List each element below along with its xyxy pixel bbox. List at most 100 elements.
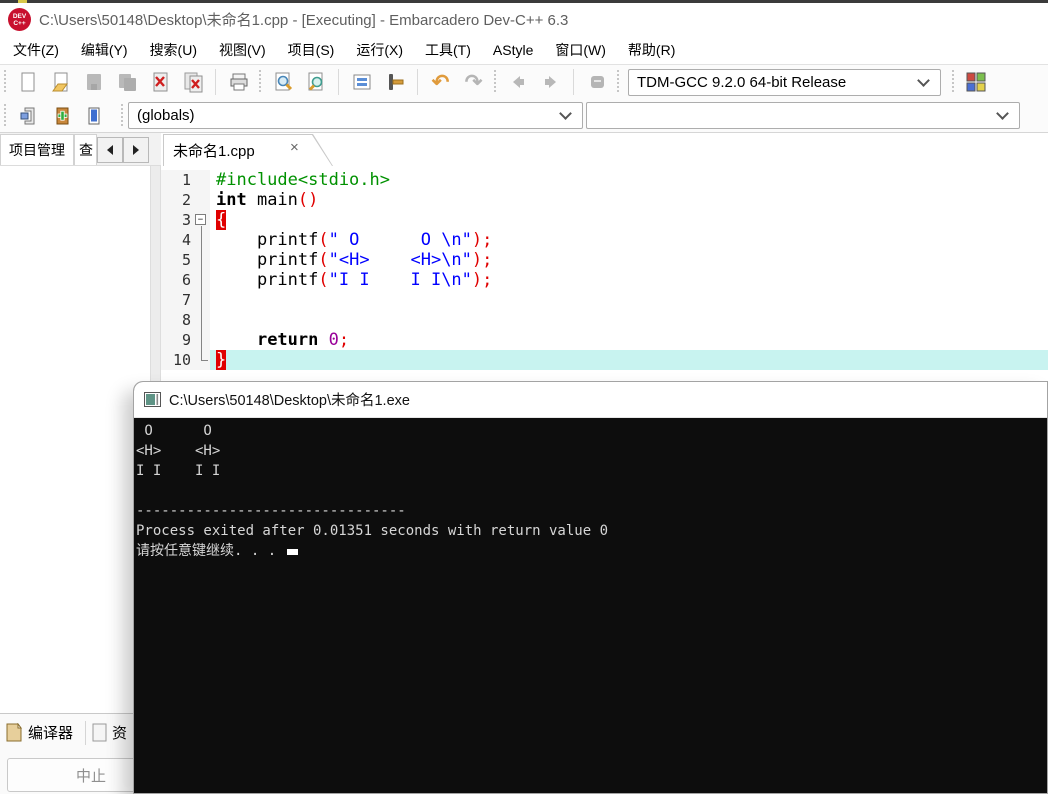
profiles-grid-icon bbox=[966, 72, 985, 92]
console-line: Process exited after 0.01351 seconds wit… bbox=[136, 523, 609, 539]
toolbar-grip[interactable] bbox=[258, 70, 263, 94]
left-panel-tabs: 项目管理 查 bbox=[0, 133, 161, 166]
redo-button[interactable]: ↷ bbox=[457, 67, 490, 97]
code-line[interactable]: 2 int main() bbox=[161, 190, 1048, 210]
fold-gutter bbox=[194, 190, 210, 210]
undo-button[interactable]: ↶ bbox=[424, 67, 457, 97]
menu-item[interactable]: 项目(S) bbox=[277, 36, 346, 64]
menu-item[interactable]: 运行(X) bbox=[345, 36, 414, 64]
debug-button[interactable] bbox=[580, 67, 613, 97]
code-text: printf("<H> <H>\n"); bbox=[216, 250, 493, 270]
tab-resource[interactable]: 资 bbox=[90, 718, 135, 748]
code-line[interactable]: 1 #include<stdio.h> bbox=[161, 170, 1048, 190]
code-line[interactable]: 9 return 0; bbox=[161, 330, 1048, 350]
console-line: 请按任意键继续. . . bbox=[136, 541, 1047, 561]
menu-item[interactable]: 编辑(Y) bbox=[70, 36, 139, 64]
project-manager-panel bbox=[0, 166, 150, 713]
tab-viewer-label: 查 bbox=[79, 142, 93, 158]
fold-gutter bbox=[194, 290, 210, 310]
toolbar-grip[interactable] bbox=[951, 70, 956, 94]
triangle-right-icon bbox=[133, 145, 139, 155]
new-file-button[interactable] bbox=[11, 67, 44, 97]
fold-collapse-icon[interactable]: − bbox=[195, 214, 206, 225]
class-browser-select[interactable]: (globals) bbox=[128, 102, 583, 129]
book-icon bbox=[88, 107, 99, 124]
run-button[interactable] bbox=[378, 67, 411, 97]
window-insert-icon bbox=[20, 107, 34, 124]
close-all-button[interactable] bbox=[176, 67, 209, 97]
remove-from-project-button[interactable] bbox=[77, 101, 110, 131]
goto-back-button[interactable] bbox=[501, 67, 534, 97]
compiler-log-icon bbox=[6, 723, 22, 742]
code-line[interactable]: 4 printf(" O O \n"); bbox=[161, 230, 1048, 250]
editor-tab[interactable]: 未命名1.cpp × bbox=[163, 134, 333, 166]
close-all-icon bbox=[184, 72, 202, 93]
compiler-profile-select[interactable]: TDM-GCC 9.2.0 64-bit Release bbox=[628, 68, 941, 96]
toolbar-grip[interactable] bbox=[616, 70, 621, 94]
toolbar-separator bbox=[417, 69, 418, 95]
code-line[interactable]: 6 printf("I I I I\n"); bbox=[161, 270, 1048, 290]
tab-scroll-left-button[interactable] bbox=[97, 137, 123, 163]
toolbar-grip[interactable] bbox=[3, 70, 8, 94]
close-file-button[interactable] bbox=[143, 67, 176, 97]
fold-gutter bbox=[194, 250, 210, 270]
code-line[interactable]: 7 bbox=[161, 290, 1048, 310]
save-button[interactable] bbox=[77, 67, 110, 97]
new-project-button[interactable] bbox=[11, 101, 44, 131]
tab-compiler[interactable]: 编译器 bbox=[3, 718, 81, 748]
menu-item[interactable]: 搜索(U) bbox=[139, 36, 208, 64]
code-lines: 1 #include<stdio.h> 2 int main() 3−{4 printf… bbox=[161, 170, 1048, 370]
add-to-project-button[interactable] bbox=[44, 101, 77, 131]
tab-scroll-right-button[interactable] bbox=[123, 137, 149, 163]
compiler-profile-value: TDM-GCC 9.2.0 64-bit Release bbox=[637, 73, 847, 91]
devcpp-window: DEV C++ C:\Users\50148\Desktop\未命名1.cpp … bbox=[0, 0, 1048, 794]
toolbar-grip[interactable] bbox=[493, 70, 498, 94]
chevron-down-icon bbox=[996, 107, 1009, 120]
menu-item[interactable]: AStyle bbox=[482, 38, 544, 62]
fold-gutter[interactable]: − bbox=[194, 210, 210, 230]
tab-resource-label: 资 bbox=[112, 725, 128, 742]
console-body[interactable]: O O <H> <H> I I I I -----------------------… bbox=[134, 418, 1047, 793]
console-line: O O bbox=[136, 423, 212, 439]
close-tab-icon[interactable]: × bbox=[290, 139, 299, 156]
line-number: 10 bbox=[161, 350, 194, 370]
compiler-options-button[interactable] bbox=[959, 67, 992, 97]
open-file-button[interactable] bbox=[44, 67, 77, 97]
fold-gutter bbox=[194, 330, 210, 350]
menu-item[interactable]: 窗口(W) bbox=[544, 36, 617, 64]
replace-button[interactable] bbox=[299, 67, 332, 97]
back-arrow-icon bbox=[512, 76, 524, 88]
code-text: } bbox=[210, 350, 1048, 370]
save-all-button[interactable] bbox=[110, 67, 143, 97]
toolbar-grip[interactable] bbox=[120, 103, 125, 128]
console-title-bar[interactable]: C:\Users\50148\Desktop\未命名1.exe bbox=[134, 382, 1047, 418]
project-toolbar: (globals) bbox=[0, 99, 1048, 133]
close-file-icon bbox=[153, 72, 167, 92]
console-window[interactable]: C:\Users\50148\Desktop\未命名1.exe O O <H> <… bbox=[133, 381, 1048, 794]
goto-forward-button[interactable] bbox=[534, 67, 567, 97]
tab-compiler-label: 编译器 bbox=[28, 725, 74, 742]
tab-viewer[interactable]: 查 bbox=[74, 134, 97, 165]
member-browser-select[interactable] bbox=[586, 102, 1020, 129]
menu-item[interactable]: 视图(V) bbox=[208, 36, 277, 64]
code-line[interactable]: 10} bbox=[161, 350, 1048, 370]
menu-item[interactable]: 帮助(R) bbox=[617, 36, 686, 64]
toolbar-grip[interactable] bbox=[3, 103, 8, 128]
code-text: return 0; bbox=[256, 330, 350, 350]
save-all-icon bbox=[118, 74, 136, 91]
devcpp-logo-icon: DEV C++ bbox=[8, 8, 31, 31]
fold-gutter bbox=[194, 270, 210, 290]
code-line[interactable]: 5 printf("<H> <H>\n"); bbox=[161, 250, 1048, 270]
find-button[interactable] bbox=[266, 67, 299, 97]
add-file-icon bbox=[56, 107, 68, 124]
console-line: I I I I bbox=[136, 463, 221, 479]
menu-item[interactable]: 文件(Z) bbox=[2, 36, 70, 64]
compile-button[interactable] bbox=[345, 67, 378, 97]
code-line[interactable]: 8 bbox=[161, 310, 1048, 330]
menu-item[interactable]: 工具(T) bbox=[414, 36, 482, 64]
code-text: #include<stdio.h> bbox=[216, 170, 390, 190]
print-button[interactable] bbox=[222, 67, 255, 97]
code-line[interactable]: 3−{ bbox=[161, 210, 1048, 230]
tab-project-manager[interactable]: 项目管理 bbox=[0, 134, 74, 165]
